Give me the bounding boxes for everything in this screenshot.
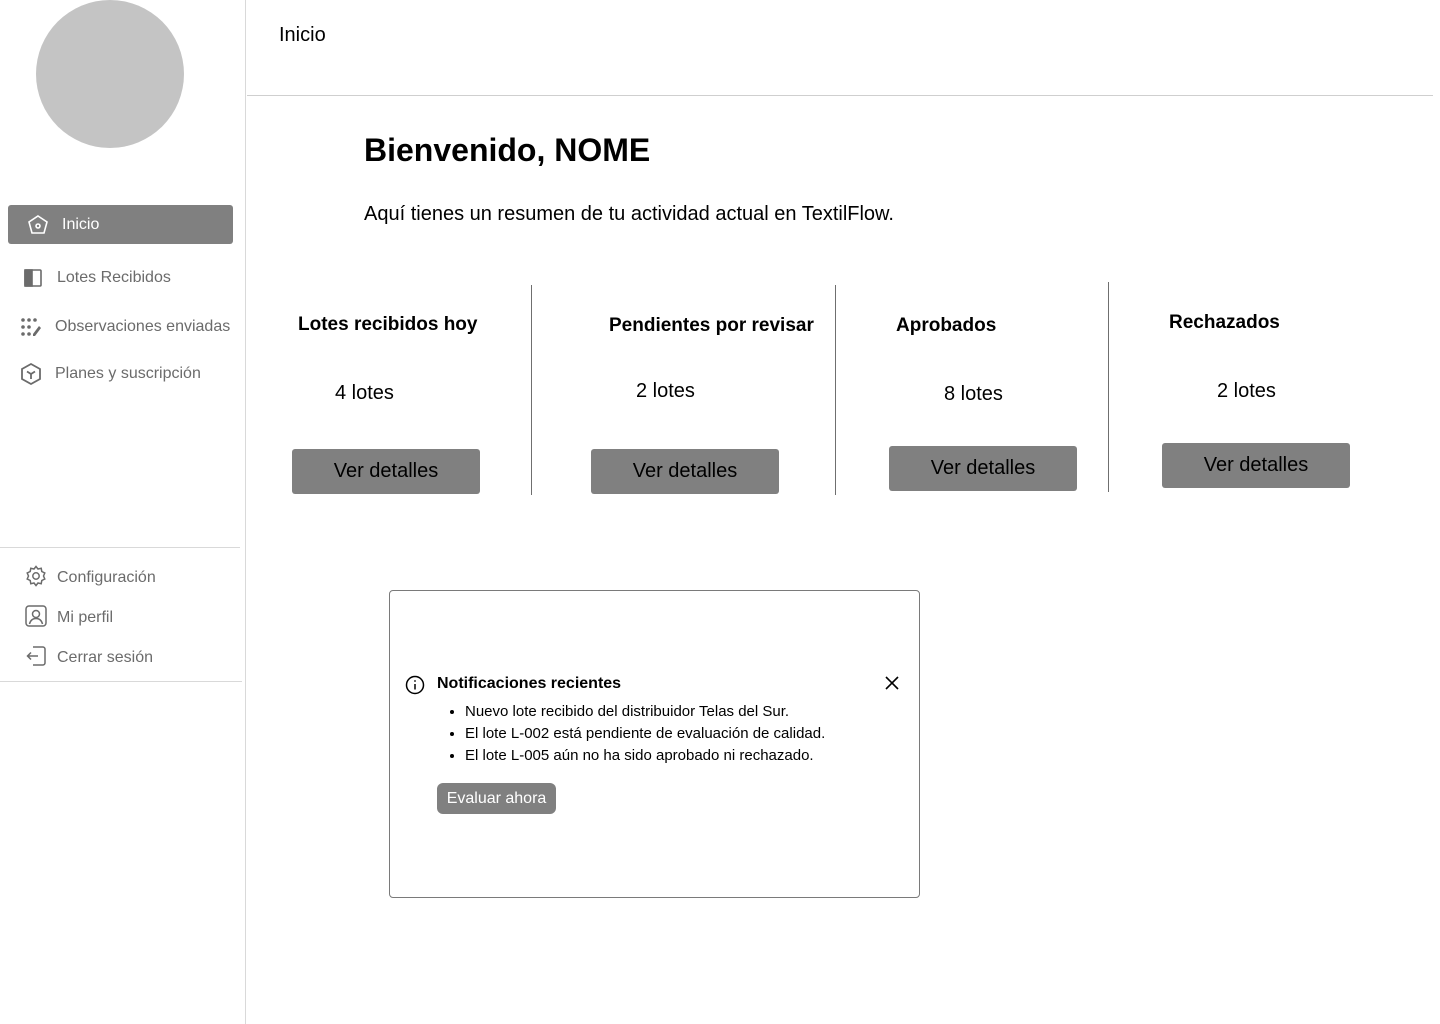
info-icon — [405, 675, 425, 695]
welcome-title: Bienvenido, NOME — [364, 132, 651, 168]
page-title: Inicio — [279, 24, 326, 46]
avatar[interactable] — [36, 0, 184, 148]
evaluar-ahora-button[interactable]: Evaluar ahora — [437, 783, 556, 814]
stat-title: Rechazados — [1169, 312, 1280, 333]
notification-panel: Notificaciones recientes Nuevo lote reci… — [389, 590, 920, 898]
close-icon[interactable] — [884, 675, 900, 691]
sidebar-item-label: Planes y suscripción — [55, 364, 201, 382]
dots-edit-icon — [19, 315, 43, 339]
sidebar-item-label: Inicio — [62, 215, 100, 233]
top-header: Inicio — [247, 0, 1433, 96]
panel-icon — [21, 266, 45, 290]
cube-icon — [19, 362, 43, 386]
stat-value: 8 lotes — [944, 383, 1003, 405]
bottom-item-label: Mi perfil — [57, 609, 114, 626]
app: Inicio Lotes Recibidos Observaciones env… — [0, 0, 1440, 1024]
bottom-item-label: Configuración — [57, 569, 156, 586]
ver-detalles-button[interactable]: Ver detalles — [591, 449, 779, 494]
bottom-item-label: Cerrar sesión — [57, 649, 154, 666]
ver-detalles-button[interactable]: Ver detalles — [1162, 443, 1350, 488]
sidebar-divider — [0, 547, 240, 548]
logout-icon — [24, 644, 48, 673]
stat-value: 2 lotes — [636, 380, 695, 402]
card-divider — [531, 285, 532, 495]
notification-item: Nuevo lote recibido del distribuidor Tel… — [465, 701, 825, 723]
gear-icon — [24, 564, 48, 593]
sidebar: Inicio Lotes Recibidos Observaciones env… — [0, 0, 246, 1024]
home-icon — [26, 213, 50, 237]
sidebar-item-cerrar-sesion[interactable]: Cerrar sesión — [24, 645, 153, 671]
ver-detalles-button[interactable]: Ver detalles — [889, 446, 1077, 491]
sidebar-item-mi-perfil[interactable]: Mi perfil — [24, 604, 114, 633]
sidebar-item-lotes-recibidos[interactable]: Lotes Recibidos — [8, 258, 233, 297]
sidebar-item-configuracion[interactable]: Configuración — [24, 564, 156, 593]
stat-value: 4 lotes — [335, 382, 394, 404]
sidebar-item-inicio[interactable]: Inicio — [8, 205, 233, 244]
stat-title: Pendientes por revisar — [609, 315, 814, 336]
card-divider — [835, 285, 836, 495]
notification-item: El lote L-002 está pendiente de evaluaci… — [465, 723, 825, 745]
notification-list: Nuevo lote recibido del distribuidor Tel… — [437, 701, 825, 767]
notification-title: Notificaciones recientes — [437, 675, 622, 692]
sidebar-item-label: Observaciones enviadas — [55, 317, 231, 335]
sidebar-item-planes[interactable]: Planes y suscripción — [8, 354, 233, 393]
sidebar-item-label: Lotes Recibidos — [57, 268, 171, 286]
stat-title: Aprobados — [896, 315, 997, 336]
sidebar-divider — [0, 681, 242, 682]
user-icon — [24, 604, 48, 633]
stat-value: 2 lotes — [1217, 380, 1276, 402]
notification-item: El lote L-005 aún no ha sido aprobado ni… — [465, 745, 825, 767]
welcome-subtitle: Aquí tienes un resumen de tu actividad a… — [364, 203, 894, 225]
ver-detalles-button[interactable]: Ver detalles — [292, 449, 480, 494]
card-divider — [1108, 282, 1109, 492]
sidebar-item-observaciones[interactable]: Observaciones enviadas — [8, 307, 233, 346]
stat-title: Lotes recibidos hoy — [298, 314, 478, 335]
